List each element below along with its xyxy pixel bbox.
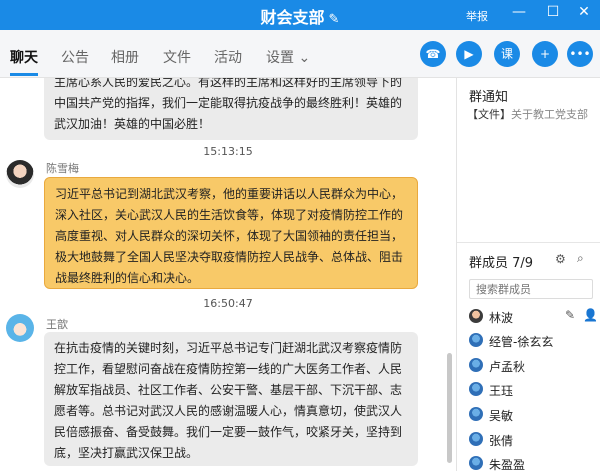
sender-name: 王歆 <box>46 318 68 331</box>
member-name: 朱盈盈 <box>489 458 526 471</box>
avatar <box>469 333 483 347</box>
active-tab-indicator <box>10 73 38 76</box>
avatar <box>469 358 483 372</box>
member-name: 林波 <box>489 311 514 325</box>
member-name: 经管-徐玄玄 <box>489 335 554 349</box>
avatar <box>469 407 483 421</box>
message-text: 习近平总书记到湖北武汉考察，他的重要讲话以人民群众为中心，深入社区，关心武汉人民… <box>55 187 404 285</box>
edit-title-icon[interactable]: ✎ <box>329 12 340 27</box>
phone-call-icon[interactable]: ☎ <box>420 41 446 67</box>
tab-files[interactable]: 文件 <box>163 47 191 67</box>
chat-area[interactable]: 主席心系人民的爱民之心。有这样的主席和这样好的主席领导下的中国共产党的指挥，我们… <box>0 78 456 471</box>
message-bubble: 在抗击疫情的关键时刻，习近平总书记专门赶湖北武汉考察疫情防控工作，看望慰问奋战在… <box>44 332 418 466</box>
message-timestamp: 15:13:15 <box>203 145 253 158</box>
member-item[interactable]: 王珏 <box>469 380 597 402</box>
tab-settings[interactable]: 设置 ⌄ <box>266 47 310 67</box>
message-bubble-highlighted: 习近平总书记到湖北武汉考察，他的重要讲话以人民群众为中心，深入社区，关心武汉人民… <box>44 177 418 289</box>
member-name: 吴敏 <box>489 409 514 423</box>
member-item[interactable]: 吴敏 <box>469 405 597 427</box>
edit-icon[interactable]: ✎ <box>565 308 575 322</box>
group-name: 财会支部 <box>260 8 325 27</box>
message-text: 主席心系人民的爱民之心。有这样的主席和这样好的主席领导下的中国共产党的指挥，我们… <box>54 78 403 131</box>
tab-bar: 聊天 公告 相册 文件 活动 设置 ⌄ ☎ ▶ 课 + ••• <box>0 30 600 78</box>
group-notice-title: 群通知 <box>469 90 509 105</box>
notice-tag: 【文件】 <box>467 108 511 121</box>
notice-preview: 关于教工党支部 <box>511 108 588 121</box>
more-options-icon[interactable]: ••• <box>567 41 593 67</box>
tab-activities[interactable]: 活动 <box>214 47 242 67</box>
group-side-panel: 群通知 【文件】关于教工党支部 群成员 7/9 ⚙ ⌕ 林波 ✎ 👤 经管-徐玄… <box>456 78 600 471</box>
divider <box>457 242 600 243</box>
member-item[interactable]: 经管-徐玄玄 <box>469 331 597 353</box>
member-item[interactable]: 林波 ✎ 👤 <box>469 307 598 329</box>
avatar <box>469 309 483 323</box>
member-item[interactable]: 卢孟秋 <box>469 356 597 378</box>
tab-album[interactable]: 相册 <box>111 47 139 67</box>
member-search-input[interactable] <box>469 279 593 299</box>
sender-name: 陈雪梅 <box>46 162 79 175</box>
avatar <box>469 432 483 446</box>
group-notice-item[interactable]: 【文件】关于教工党支部 <box>467 106 599 122</box>
tab-chat[interactable]: 聊天 <box>10 47 38 67</box>
member-search-icon[interactable]: ⌕ <box>577 251 584 266</box>
message-bubble: 主席心系人民的爱民之心。有这样的主席和这样好的主席领导下的中国共产党的指挥，我们… <box>44 78 418 140</box>
message-timestamp: 16:50:47 <box>203 297 253 310</box>
member-item[interactable]: 朱盈盈 <box>469 454 597 471</box>
member-name: 张倩 <box>489 434 514 448</box>
members-title: 群成员 7/9 <box>469 256 534 271</box>
member-name: 卢孟秋 <box>489 360 526 374</box>
avatar <box>469 382 483 396</box>
video-call-icon[interactable]: ▶ <box>456 41 482 67</box>
course-icon[interactable]: 课 <box>494 41 520 67</box>
tab-announcements[interactable]: 公告 <box>61 47 89 67</box>
avatar[interactable] <box>6 314 34 342</box>
person-icon: 👤 <box>583 308 598 322</box>
avatar <box>469 456 483 470</box>
close-icon[interactable]: ✕ <box>575 4 593 20</box>
member-name: 王珏 <box>489 384 514 398</box>
avatar[interactable] <box>6 160 34 188</box>
member-item[interactable]: 张倩 <box>469 430 597 452</box>
message-text: 在抗击疫情的关键时刻，习近平总书记专门赶湖北武汉考察疫情防控工作，看望慰问奋战在… <box>54 341 403 460</box>
report-link[interactable]: 举报 <box>466 8 488 24</box>
member-settings-icon[interactable]: ⚙ <box>555 252 566 266</box>
chat-scrollbar-thumb[interactable] <box>447 353 452 463</box>
title-bar: 财会支部 ✎ 举报 — ☐ ✕ <box>0 0 600 30</box>
maximize-icon[interactable]: ☐ <box>544 4 562 20</box>
minimize-icon[interactable]: — <box>510 4 528 20</box>
add-message-icon[interactable]: + <box>532 41 558 67</box>
